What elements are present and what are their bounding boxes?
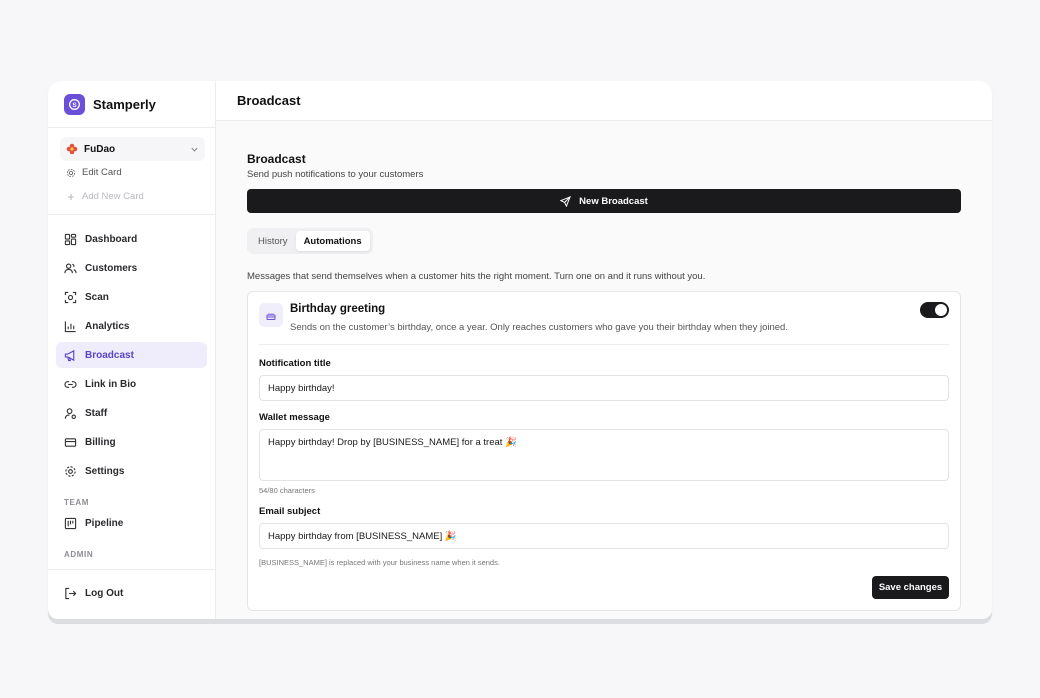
sidebar-item-label: Billing: [85, 436, 116, 448]
sidebar-item-pipeline[interactable]: Pipeline: [56, 510, 207, 536]
sidebar-item-scan[interactable]: Scan: [56, 284, 207, 310]
sidebar-item-dashboard[interactable]: Dashboard: [56, 226, 207, 252]
sidebar-item-label: Staff: [85, 407, 108, 419]
automation-description: Sends on the customer’s birthday, once a…: [290, 322, 788, 333]
grid-icon: [64, 233, 77, 246]
automation-card: Birthday greeting Sends on the customer’…: [247, 291, 961, 611]
new-broadcast-label: New Broadcast: [579, 195, 648, 207]
link-icon: [64, 378, 77, 391]
card-selector[interactable]: FuDao: [60, 137, 205, 161]
logout-icon: [64, 587, 77, 600]
staff-icon: [64, 407, 77, 420]
wallet-message-textarea[interactable]: Happy birthday! Drop by [BUSINESS_NAME] …: [259, 429, 949, 481]
sidebar-item-staff[interactable]: Staff: [56, 400, 207, 426]
sidebar-item-label: Broadcast: [85, 349, 134, 361]
page-title: Broadcast: [247, 152, 306, 166]
notification-title-label: Notification title: [259, 358, 331, 369]
admin-section-label: ADMIN: [64, 550, 94, 559]
notification-title-input[interactable]: Happy birthday!: [259, 375, 949, 401]
flower-icon: [66, 143, 78, 155]
sidebar-item-label: Customers: [85, 262, 138, 274]
page-subtitle: Send push notifications to your customer…: [247, 169, 424, 180]
stamperly-logo-icon: S: [64, 94, 85, 115]
sidebar-item-settings[interactable]: Settings: [56, 458, 207, 484]
card-selector-value: FuDao: [84, 143, 116, 155]
automation-title: Birthday greeting: [290, 303, 386, 315]
sidebar-item-broadcast[interactable]: Broadcast: [56, 342, 207, 368]
card-icon: [64, 436, 77, 449]
page-header-title: Broadcast: [237, 93, 301, 108]
scan-icon: [64, 291, 77, 304]
divider: [259, 344, 949, 345]
tab-automations[interactable]: Automations: [295, 231, 370, 251]
sidebar-item-link-in-bio[interactable]: Link in Bio: [56, 371, 207, 397]
add-new-card-label: Add New Card: [82, 191, 144, 202]
gear-icon: [64, 465, 77, 478]
logout-button[interactable]: Log Out: [56, 580, 207, 606]
sidebar-item-label: Pipeline: [85, 517, 124, 529]
automation-toggle[interactable]: [920, 302, 949, 318]
gear-icon: [66, 168, 76, 178]
sidebar-item-billing[interactable]: Billing: [56, 429, 207, 455]
brand[interactable]: S Stamperly: [64, 94, 156, 115]
cake-icon: [259, 303, 283, 327]
divider: [48, 214, 215, 215]
svg-text:S: S: [72, 102, 77, 109]
divider: [48, 569, 215, 570]
pipeline-icon: [64, 517, 77, 530]
wallet-message-label: Wallet message: [259, 412, 330, 423]
app-window: S Stamperly FuDao Edit Card Add New Card: [48, 81, 992, 619]
tabs: History Automations: [247, 228, 373, 254]
megaphone-icon: [64, 349, 77, 362]
new-broadcast-button[interactable]: New Broadcast: [247, 189, 961, 213]
save-changes-button[interactable]: Save changes: [872, 576, 949, 599]
automations-intro: Messages that send themselves when a cus…: [247, 271, 706, 282]
sidebar-item-customers[interactable]: Customers: [56, 255, 207, 281]
email-subject-input[interactable]: Happy birthday from [BUSINESS_NAME] 🎉: [259, 523, 949, 549]
email-subject-label: Email subject: [259, 506, 321, 517]
placeholder-hint: [BUSINESS_NAME] is replaced with your bu…: [259, 558, 500, 567]
char-count: 54/80 characters: [259, 486, 315, 495]
topbar: Broadcast: [216, 81, 992, 121]
users-icon: [64, 262, 77, 275]
sidebar: S Stamperly FuDao Edit Card Add New Card: [48, 81, 216, 619]
team-section-label: TEAM: [64, 498, 90, 507]
logout-label: Log Out: [85, 587, 124, 599]
sidebar-item-label: Link in Bio: [85, 378, 137, 390]
sidebar-item-label: Settings: [85, 465, 125, 477]
sidebar-item-analytics[interactable]: Analytics: [56, 313, 207, 339]
sidebar-item-label: Scan: [85, 291, 109, 303]
sidebar-item-label: Dashboard: [85, 233, 138, 245]
chevron-down-icon: [190, 145, 199, 154]
sidebar-item-label: Analytics: [85, 320, 130, 332]
plus-icon: [66, 192, 76, 202]
toggle-knob: [935, 304, 947, 316]
edit-card-label: Edit Card: [82, 167, 122, 178]
main-content: Broadcast Broadcast Send push notificati…: [216, 81, 992, 619]
send-icon: [560, 195, 572, 207]
add-new-card-link[interactable]: Add New Card: [66, 191, 144, 202]
chart-icon: [64, 320, 77, 333]
tab-history[interactable]: History: [250, 231, 296, 251]
divider: [48, 127, 215, 128]
edit-card-link[interactable]: Edit Card: [66, 167, 122, 178]
brand-name: Stamperly: [93, 97, 156, 112]
